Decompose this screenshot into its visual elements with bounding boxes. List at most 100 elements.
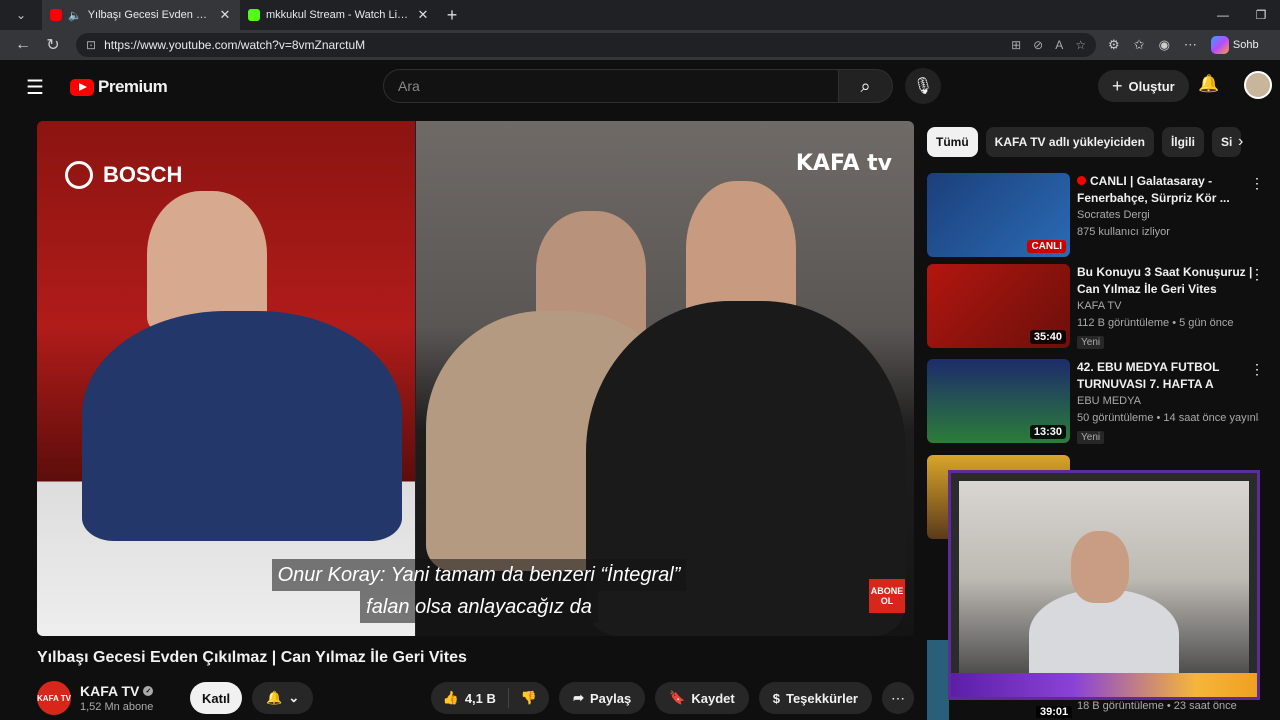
thumbs-down-icon: 👎 bbox=[520, 690, 538, 705]
recommendation-title[interactable]: Bu Konuyu 3 Saat Konuşuruz | Can Yılmaz … bbox=[1077, 264, 1259, 298]
share-label: Paylaş bbox=[589, 690, 632, 706]
extensions-icon[interactable]: ⚙ bbox=[1108, 37, 1120, 53]
read-aloud-icon[interactable]: A bbox=[1055, 38, 1063, 52]
recommendation-info: 42. EBU MEDYA FUTBOL TURNUVASI 7. HAFTA … bbox=[1077, 359, 1259, 447]
chip-from-uploader[interactable]: KAFA TV adlı yükleyiciden bbox=[985, 127, 1154, 157]
favorites-icon[interactable]: ✩ bbox=[1134, 37, 1145, 53]
subtitle-line-1: Onur Koray: Yani tamam da benzeri “İnteg… bbox=[271, 559, 687, 591]
save-label: Kaydet bbox=[691, 690, 735, 706]
close-tab-icon[interactable]: ✕ bbox=[218, 7, 232, 23]
dislike-button[interactable]: 👎 bbox=[509, 690, 549, 706]
channel-name: KAFA TV bbox=[80, 683, 140, 699]
guest-person-left bbox=[147, 191, 267, 331]
recommendation-channel[interactable]: KAFA TV bbox=[1077, 298, 1259, 315]
thanks-label: Teşekkürler bbox=[785, 690, 858, 706]
kafatv-watermark: KAFA tv bbox=[795, 151, 892, 176]
duration-badge: 13:30 bbox=[1029, 425, 1066, 439]
more-vertical-icon[interactable]: ⋮ bbox=[1250, 361, 1264, 378]
kick-favicon-icon bbox=[248, 9, 260, 21]
search-input[interactable]: Ara bbox=[383, 69, 839, 103]
recommendation-channel[interactable]: Socrates Dergi bbox=[1077, 207, 1259, 224]
more-options-icon[interactable]: ⋯ bbox=[1184, 37, 1197, 53]
tab-title: mkkukul Stream - Watch Live on K bbox=[266, 9, 410, 21]
channel-row: KAFA TV KAFA TV ✓ 1,52 Mn abone Katıl 🔔 … bbox=[37, 678, 914, 718]
search-placeholder: Ara bbox=[398, 78, 420, 94]
chevron-right-icon[interactable]: › bbox=[1238, 133, 1243, 151]
live-dot-icon bbox=[1077, 176, 1086, 185]
list-item[interactable]: CANLI CANLI | Galatasaray - Fenerbahçe, … bbox=[927, 173, 1272, 261]
user-avatar[interactable] bbox=[1244, 71, 1272, 99]
minimize-icon[interactable]: — bbox=[1204, 0, 1242, 30]
verified-check-icon: ✓ bbox=[143, 686, 154, 696]
streamer-person bbox=[1029, 531, 1179, 679]
video-title: Yılbaşı Gecesi Evden Çıkılmaz | Can Yılm… bbox=[37, 649, 467, 666]
new-badge: Yeni bbox=[1077, 431, 1105, 444]
youtube-logo[interactable]: Premium bbox=[70, 77, 168, 97]
thanks-button[interactable]: $ Teşekkürler bbox=[758, 682, 872, 714]
join-button[interactable]: Katıl bbox=[190, 682, 243, 714]
list-item[interactable]: 13:30 42. EBU MEDYA FUTBOL TURNUVASI 7. … bbox=[927, 359, 1272, 447]
tab-youtube[interactable]: 🔈 Yılbaşı Gecesi Evden Çıkılmaz ✕ bbox=[42, 0, 240, 30]
save-button[interactable]: 🔖 Kaydet bbox=[655, 682, 749, 714]
like-button[interactable]: 👍 4,1 B bbox=[431, 688, 509, 708]
recommendation-meta: 875 kullanıcı izliyor bbox=[1077, 226, 1170, 238]
copilot-button[interactable]: Sohb bbox=[1210, 36, 1259, 54]
webcam-frame-bar bbox=[951, 673, 1257, 697]
address-bar: ← ↻ ⊡ https://www.youtube.com/watch?v=8v… bbox=[0, 30, 1280, 60]
url-tools: ⊞ ⊘ A ☆ bbox=[1011, 38, 1086, 52]
duration-badge: 39:01 bbox=[1036, 706, 1073, 718]
app-icon[interactable]: ⊞ bbox=[1011, 38, 1021, 52]
chip-all[interactable]: Tümü bbox=[927, 127, 978, 157]
tab-list-chevron-icon[interactable]: ⌄ bbox=[0, 0, 42, 30]
filter-chips: Tümü KAFA TV adlı yükleyiciden İlgili Si bbox=[927, 127, 1257, 159]
tab-kick[interactable]: mkkukul Stream - Watch Live on K ✕ bbox=[240, 0, 438, 30]
video-thumbnail[interactable]: CANLI bbox=[927, 173, 1070, 257]
bosch-logo: BOSCH bbox=[65, 161, 182, 189]
more-actions-icon[interactable]: ⋯ bbox=[882, 682, 914, 714]
copilot-label: Sohb bbox=[1232, 39, 1259, 51]
video-player[interactable]: BOSCH KAFA tv Onur Koray: Yani tamam da … bbox=[37, 121, 914, 636]
menu-hamburger-icon[interactable]: ☰ bbox=[26, 75, 62, 100]
channel-name-row[interactable]: KAFA TV ✓ bbox=[80, 683, 170, 699]
browser-tab-bar: ⌄ 🔈 Yılbaşı Gecesi Evden Çıkılmaz ✕ mkku… bbox=[0, 0, 1280, 30]
subscription-bell-button[interactable]: 🔔 ⌄ bbox=[252, 682, 314, 714]
search-icon[interactable]: ⌕ bbox=[839, 69, 893, 103]
new-badge: Yeni bbox=[1077, 336, 1105, 349]
recommendation-channel[interactable]: EBU MEDYA bbox=[1077, 393, 1259, 410]
subscriber-count: 1,52 Mn abone bbox=[80, 701, 154, 713]
create-button[interactable]: + Oluştur bbox=[1098, 70, 1189, 102]
bosch-ring-icon bbox=[65, 161, 93, 189]
favorite-star-icon[interactable]: ☆ bbox=[1075, 38, 1086, 52]
share-button[interactable]: ➦ Paylaş bbox=[559, 682, 646, 714]
channel-avatar[interactable]: KAFA TV bbox=[37, 681, 71, 715]
profile-icon[interactable]: ◉ bbox=[1159, 37, 1170, 53]
url-text: https://www.youtube.com/watch?v=8vmZnarc… bbox=[104, 38, 366, 52]
chip-partial[interactable]: Si bbox=[1211, 127, 1242, 157]
recommendation-title[interactable]: CANLI | Galatasaray - Fenerbahçe, Sürpri… bbox=[1077, 173, 1259, 207]
speaker-icon[interactable]: 🔈 bbox=[68, 9, 82, 22]
duration-badge: 35:40 bbox=[1029, 330, 1066, 344]
partial-thumbnail[interactable] bbox=[927, 640, 949, 720]
youtube-play-icon bbox=[70, 78, 94, 96]
site-info-icon[interactable]: ⊡ bbox=[86, 38, 96, 52]
url-field[interactable]: ⊡ https://www.youtube.com/watch?v=8vmZna… bbox=[76, 33, 1096, 57]
video-thumbnail[interactable]: 35:40 bbox=[927, 264, 1070, 348]
microphone-icon[interactable]: 🎙 bbox=[905, 68, 941, 104]
recommendation-title[interactable]: 42. EBU MEDYA FUTBOL TURNUVASI 7. HAFTA … bbox=[1077, 359, 1259, 393]
tab-title: Yılbaşı Gecesi Evden Çıkılmaz bbox=[87, 9, 212, 21]
more-vertical-icon[interactable]: ⋮ bbox=[1250, 175, 1264, 192]
notifications-bell-icon[interactable]: 🔔 bbox=[1198, 74, 1219, 94]
chip-related[interactable]: İlgili bbox=[1161, 127, 1204, 157]
list-item[interactable]: 35:40 Bu Konuyu 3 Saat Konuşuruz | Can Y… bbox=[927, 264, 1272, 352]
close-tab-icon[interactable]: ✕ bbox=[416, 7, 430, 23]
new-tab-icon[interactable]: + bbox=[438, 5, 466, 26]
logo-text: Premium bbox=[98, 77, 168, 96]
back-arrow-icon[interactable]: ← bbox=[8, 30, 38, 60]
share-arrow-icon: ➦ bbox=[573, 690, 584, 705]
more-vertical-icon[interactable]: ⋮ bbox=[1250, 266, 1264, 283]
maximize-icon[interactable]: ❐ bbox=[1242, 0, 1280, 30]
refresh-icon[interactable]: ↻ bbox=[38, 30, 68, 60]
tracking-icon[interactable]: ⊘ bbox=[1033, 38, 1043, 52]
video-thumbnail[interactable]: 13:30 bbox=[927, 359, 1070, 443]
video-subtitle: Onur Koray: Yani tamam da benzeri “İnteg… bbox=[237, 559, 721, 623]
